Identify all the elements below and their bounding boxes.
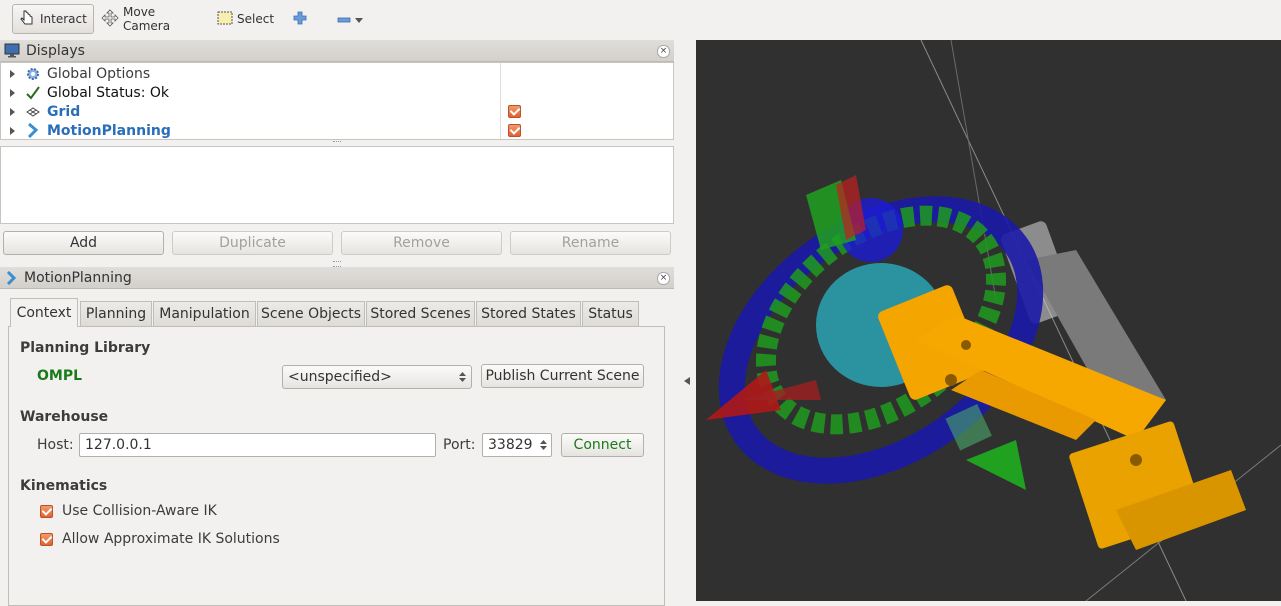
updown-arrows-icon — [459, 371, 466, 383]
motionplanning-titlebar: MotionPlanning × — [0, 267, 674, 289]
select-label: Select — [237, 12, 275, 26]
ompl-library-label: OMPL — [37, 368, 83, 384]
motionplanning-enabled-checkbox[interactable] — [508, 124, 521, 137]
move-camera-button[interactable]: Move Camera — [96, 4, 200, 34]
tree-item-grid[interactable]: Grid — [1, 102, 673, 121]
motionplanning-title: MotionPlanning — [24, 269, 132, 286]
add-tool-button[interactable] — [288, 4, 310, 34]
port-label: Port: — [443, 437, 476, 453]
collision-aware-ik-checkbox[interactable] — [40, 505, 53, 518]
displays-titlebar: Displays × — [0, 40, 674, 62]
robot-scene — [706, 40, 1281, 601]
move-camera-label: Move Camera — [123, 5, 171, 33]
expand-arrow-icon[interactable] — [10, 88, 15, 97]
3d-viewport[interactable] — [696, 40, 1281, 601]
viewport-splitter[interactable] — [674, 40, 696, 601]
expand-arrow-icon[interactable] — [10, 107, 15, 116]
kinematics-heading: Kinematics — [20, 478, 108, 494]
checkmark-icon — [25, 85, 41, 101]
tab-context[interactable]: Context — [10, 298, 78, 327]
host-input[interactable]: 127.0.0.1 — [79, 433, 436, 457]
displays-title: Displays — [26, 42, 85, 59]
plus-icon — [293, 11, 307, 28]
interact-button[interactable]: Interact — [12, 4, 94, 34]
tree-item-label: Grid — [47, 103, 81, 120]
remove-button[interactable]: Remove — [341, 231, 502, 255]
chevron-down-icon — [355, 12, 363, 26]
collapse-left-arrow-icon[interactable] — [684, 377, 690, 385]
tab-manipulation[interactable]: Manipulation — [153, 301, 256, 326]
planning-library-heading: Planning Library — [20, 340, 151, 356]
tree-item-label: Global Options — [47, 65, 151, 82]
move-camera-icon — [101, 8, 119, 30]
planner-select-value: <unspecified> — [288, 369, 392, 385]
select-button[interactable]: Select — [212, 4, 276, 34]
tree-item-label: Global Status: Ok — [47, 84, 170, 101]
minus-icon — [337, 12, 351, 26]
grid-icon — [25, 104, 41, 120]
port-spinbox[interactable]: 33829 — [482, 433, 552, 457]
duplicate-button[interactable]: Duplicate — [172, 231, 333, 255]
gear-icon — [25, 66, 41, 82]
collision-aware-ik-label: Use Collision-Aware IK — [62, 503, 217, 519]
close-icon[interactable]: × — [657, 45, 670, 58]
tab-status[interactable]: Status — [582, 301, 639, 326]
port-value: 33829 — [488, 437, 533, 453]
close-icon[interactable]: × — [657, 272, 670, 285]
property-description-box — [0, 146, 674, 224]
hand-pointer-icon — [18, 9, 36, 30]
remove-tool-button[interactable] — [332, 4, 368, 34]
tab-planning[interactable]: Planning — [80, 301, 152, 326]
approx-ik-checkbox[interactable] — [40, 533, 53, 546]
expand-arrow-icon[interactable] — [10, 126, 15, 135]
add-button[interactable]: Add — [3, 231, 164, 255]
expand-arrow-icon[interactable] — [10, 69, 15, 78]
warehouse-heading: Warehouse — [20, 409, 109, 425]
robot-arm — [878, 285, 1246, 550]
spin-arrows-icon[interactable] — [540, 439, 547, 451]
tab-scene-objects[interactable]: Scene Objects — [257, 301, 365, 326]
select-rectangle-icon — [217, 11, 233, 28]
tree-item-global-status[interactable]: Global Status: Ok — [1, 83, 673, 102]
rename-button[interactable]: Rename — [510, 231, 671, 255]
tree-item-motionplanning[interactable]: MotionPlanning — [1, 121, 673, 140]
approx-ik-label: Allow Approximate IK Solutions — [62, 531, 280, 547]
toolbar: Interact Move Camera Select — [0, 0, 1281, 40]
motion-planning-icon — [25, 123, 41, 139]
grid-enabled-checkbox[interactable] — [508, 105, 521, 118]
motion-planning-icon — [6, 270, 16, 285]
monitor-icon — [4, 43, 20, 58]
tree-item-global-options[interactable]: Global Options — [1, 64, 673, 83]
connect-button[interactable]: Connect — [561, 433, 644, 457]
publish-current-scene-button[interactable]: Publish Current Scene — [481, 364, 644, 388]
tab-stored-states[interactable]: Stored States — [476, 301, 581, 326]
planner-select[interactable]: <unspecified> — [282, 365, 472, 389]
displays-tree: Global Options Global Status: Ok Grid Mo… — [0, 62, 674, 140]
tree-item-label: MotionPlanning — [47, 122, 171, 139]
host-label: Host: — [37, 437, 74, 453]
interact-label: Interact — [40, 12, 87, 26]
tab-stored-scenes[interactable]: Stored Scenes — [366, 301, 475, 326]
